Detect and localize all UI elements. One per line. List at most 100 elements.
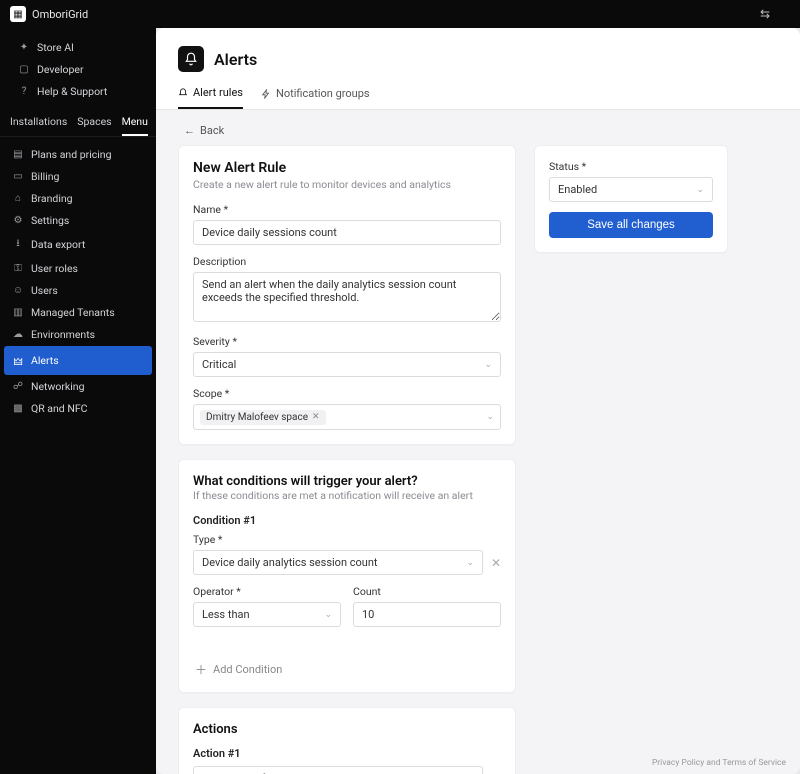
sparkle-icon: ✦ (18, 42, 30, 53)
sidebar-item-plans[interactable]: ▤Plans and pricing (4, 144, 152, 165)
tab-spaces[interactable]: Spaces (77, 115, 111, 136)
count-input[interactable] (353, 602, 501, 627)
sidebar-item-dataexport[interactable]: ⭳ Data export (4, 232, 152, 257)
name-label: Name * (193, 203, 501, 216)
layout-row: New Alert Rule Create a new alert rule t… (178, 145, 778, 774)
operator-select[interactable]: Less than ⌄ (193, 602, 341, 627)
gear-icon: ⚙ (12, 215, 24, 226)
status-select[interactable]: Enabled ⌄ (549, 177, 713, 202)
sidebar-item-label: Billing (31, 170, 59, 183)
add-condition-label: Add Condition (213, 663, 282, 676)
sidebar-item-userroles[interactable]: ⚿User roles (4, 258, 152, 279)
subtab-notifgroups[interactable]: Notification groups (261, 86, 370, 109)
chip-label: Dmitry Malofeev space (206, 412, 308, 423)
chevron-down-icon: ⌄ (324, 610, 332, 620)
type-select[interactable]: Device daily analytics session count ⌄ (193, 550, 483, 575)
cloud-icon: ☁ (12, 329, 24, 340)
sidebar-item-label: Help & Support (37, 85, 107, 98)
description-input[interactable] (193, 272, 501, 322)
sidebar-item-label: Branding (31, 192, 73, 205)
sidebar-item-qrnfc[interactable]: ▩QR and NFC (4, 398, 152, 419)
count-label: Count (353, 585, 501, 598)
content: Alerts Alert rules Notification groups (156, 28, 800, 774)
name-input[interactable] (193, 220, 501, 245)
topbar: ▦ OmboriGrid ⇆ (0, 0, 800, 28)
field-severity: Severity * Critical ⌄ (193, 335, 501, 377)
sidebar-item-networking[interactable]: ☍ Networking (4, 376, 152, 397)
brand-icon: ▦ (10, 6, 26, 22)
sidebar-item-help[interactable]: ? Help & Support (10, 81, 146, 102)
side-column: Status * Enabled ⌄ Save all changes (534, 145, 728, 253)
swap-icon[interactable]: ⇆ (760, 7, 770, 21)
sidebar-item-label: Managed Tenants (31, 306, 115, 319)
plus-icon: ＋ (195, 661, 207, 678)
sidebar-item-alerts[interactable]: 🜲Alerts (4, 346, 152, 375)
page-title: Alerts (214, 50, 257, 69)
field-name: Name * (193, 203, 501, 245)
sidebar-item-storeai[interactable]: ✦ Store AI (10, 37, 146, 58)
actions-title: Actions (193, 722, 501, 737)
bolt-icon (261, 89, 271, 99)
brand[interactable]: ▦ OmboriGrid (10, 6, 88, 22)
field-scope: Scope * Dmitry Malofeev space ✕ ⌄ (193, 387, 501, 430)
sidebar-topnav: ✦ Store AI ▢ Developer ? Help & Support (0, 36, 156, 109)
sidebar-item-label: Environments (31, 328, 95, 341)
sidebar-item-managedtenants[interactable]: ▥ Managed Tenants (4, 302, 152, 323)
subtab-label: Notification groups (276, 87, 370, 100)
footer-legal[interactable]: Privacy Policy and Terms of Service (652, 758, 786, 768)
code-icon: ▢ (18, 64, 30, 75)
back-link[interactable]: ← Back (184, 124, 778, 137)
tab-menu[interactable]: Menu (122, 115, 148, 136)
chevron-down-icon: ⌄ (486, 412, 494, 422)
sidebar-item-developer[interactable]: ▢ Developer (10, 59, 146, 80)
type-value: Device daily analytics session count (202, 556, 378, 569)
chevron-down-icon: ⌄ (484, 360, 492, 370)
tab-installations[interactable]: Installations (10, 115, 67, 136)
field-type: Type * Device daily analytics session co… (193, 533, 501, 575)
sidebar-item-branding[interactable]: ⌂Branding (4, 188, 152, 209)
save-button[interactable]: Save all changes (549, 212, 713, 238)
sidebar: ✦ Store AI ▢ Developer ? Help & Support … (0, 28, 156, 774)
sidebar-item-billing[interactable]: ▭ Billing (4, 166, 152, 187)
subtab-alertrules[interactable]: Alert rules (178, 86, 243, 109)
panel-conditions: What conditions will trigger your alert?… (178, 459, 516, 693)
field-operator: Operator * Less than ⌄ (193, 585, 341, 627)
bell-small-icon (178, 88, 188, 98)
network-icon: ☍ (12, 381, 24, 392)
sidebar-item-users[interactable]: ☺Users (4, 280, 152, 301)
scroll-area: ← Back New Alert Rule Create a new alert… (156, 110, 800, 774)
building-icon: ▥ (12, 307, 24, 318)
bell-icon (178, 46, 204, 72)
severity-select[interactable]: Critical ⌄ (193, 352, 501, 377)
bell-icon: 🜲 (12, 350, 24, 371)
sidebar-item-label: Data export (31, 238, 85, 251)
chip-remove-icon[interactable]: ✕ (312, 412, 320, 422)
sidebar-item-label: Settings (31, 214, 69, 227)
user-icon: ☺ (12, 285, 24, 296)
qr-icon: ▩ (12, 403, 24, 414)
sidebar-item-label: User roles (31, 262, 78, 275)
download-icon: ⭳ (12, 236, 24, 253)
status-label: Status * (549, 160, 713, 173)
brand-name: OmboriGrid (32, 8, 88, 21)
field-status: Status * Enabled ⌄ (549, 160, 713, 202)
page-header: Alerts Alert rules Notification groups (156, 28, 800, 110)
description-label: Description (193, 255, 501, 268)
conditions-subtitle: If these conditions are met a notificati… (193, 489, 501, 502)
sidebar-item-label: Networking (31, 380, 85, 393)
shell: ✦ Store AI ▢ Developer ? Help & Support … (0, 28, 800, 774)
sidebar-item-environments[interactable]: ☁ Environments (4, 324, 152, 345)
card-icon: ▭ (12, 171, 24, 182)
remove-condition-icon[interactable]: ✕ (491, 556, 501, 570)
scope-select[interactable]: Dmitry Malofeev space ✕ ⌄ (193, 404, 501, 430)
severity-label: Severity * (193, 335, 501, 348)
sidebar-menu: ▤Plans and pricing ▭ Billing ⌂Branding ⚙ S… (0, 137, 156, 774)
panel-status: Status * Enabled ⌄ Save all changes (534, 145, 728, 253)
action-select[interactable]: Dmitry Malofeev ⌄ (193, 766, 483, 774)
sidebar-item-settings[interactable]: ⚙ Settings (4, 210, 152, 231)
content-card: Alerts Alert rules Notification groups (156, 28, 800, 774)
type-label: Type * (193, 533, 501, 546)
status-value: Enabled (558, 183, 597, 196)
add-condition-button[interactable]: ＋ Add Condition (193, 655, 501, 678)
sidebar-item-label: Developer (37, 63, 84, 76)
